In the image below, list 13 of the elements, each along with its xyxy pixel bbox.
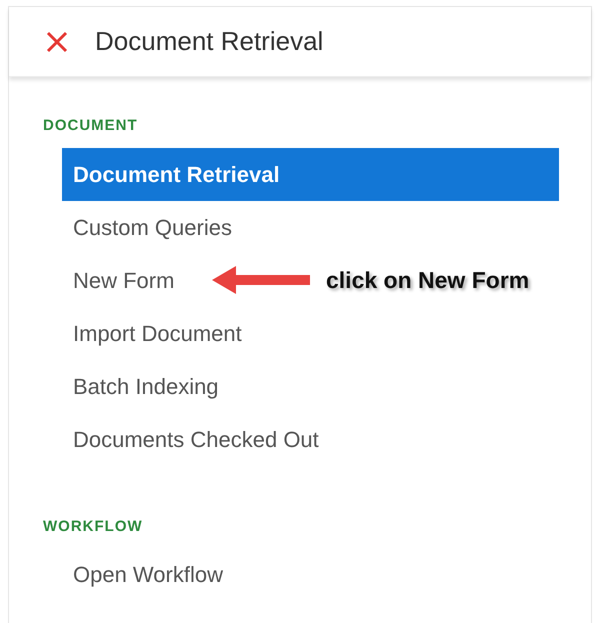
nav-item[interactable]: Open Workflow [62, 548, 559, 601]
section-heading: WORKFLOW [42, 516, 144, 536]
close-icon[interactable] [45, 30, 69, 54]
nav-item[interactable]: Batch Indexing [62, 360, 559, 412]
nav-item[interactable]: Custom Queries [62, 200, 559, 254]
arrow-icon [212, 265, 312, 295]
header-title: Document Retrieval [95, 25, 324, 58]
nav-item[interactable]: Import Document [62, 306, 559, 360]
section-heading: DOCUMENT [42, 116, 139, 136]
annotation-text: click on New Form [326, 268, 530, 292]
nav-item[interactable]: New Form click on New Form [62, 254, 559, 306]
nav-item[interactable]: Documents Checked Out [62, 412, 559, 466]
nav-item[interactable]: Document Retrieval [62, 148, 559, 200]
